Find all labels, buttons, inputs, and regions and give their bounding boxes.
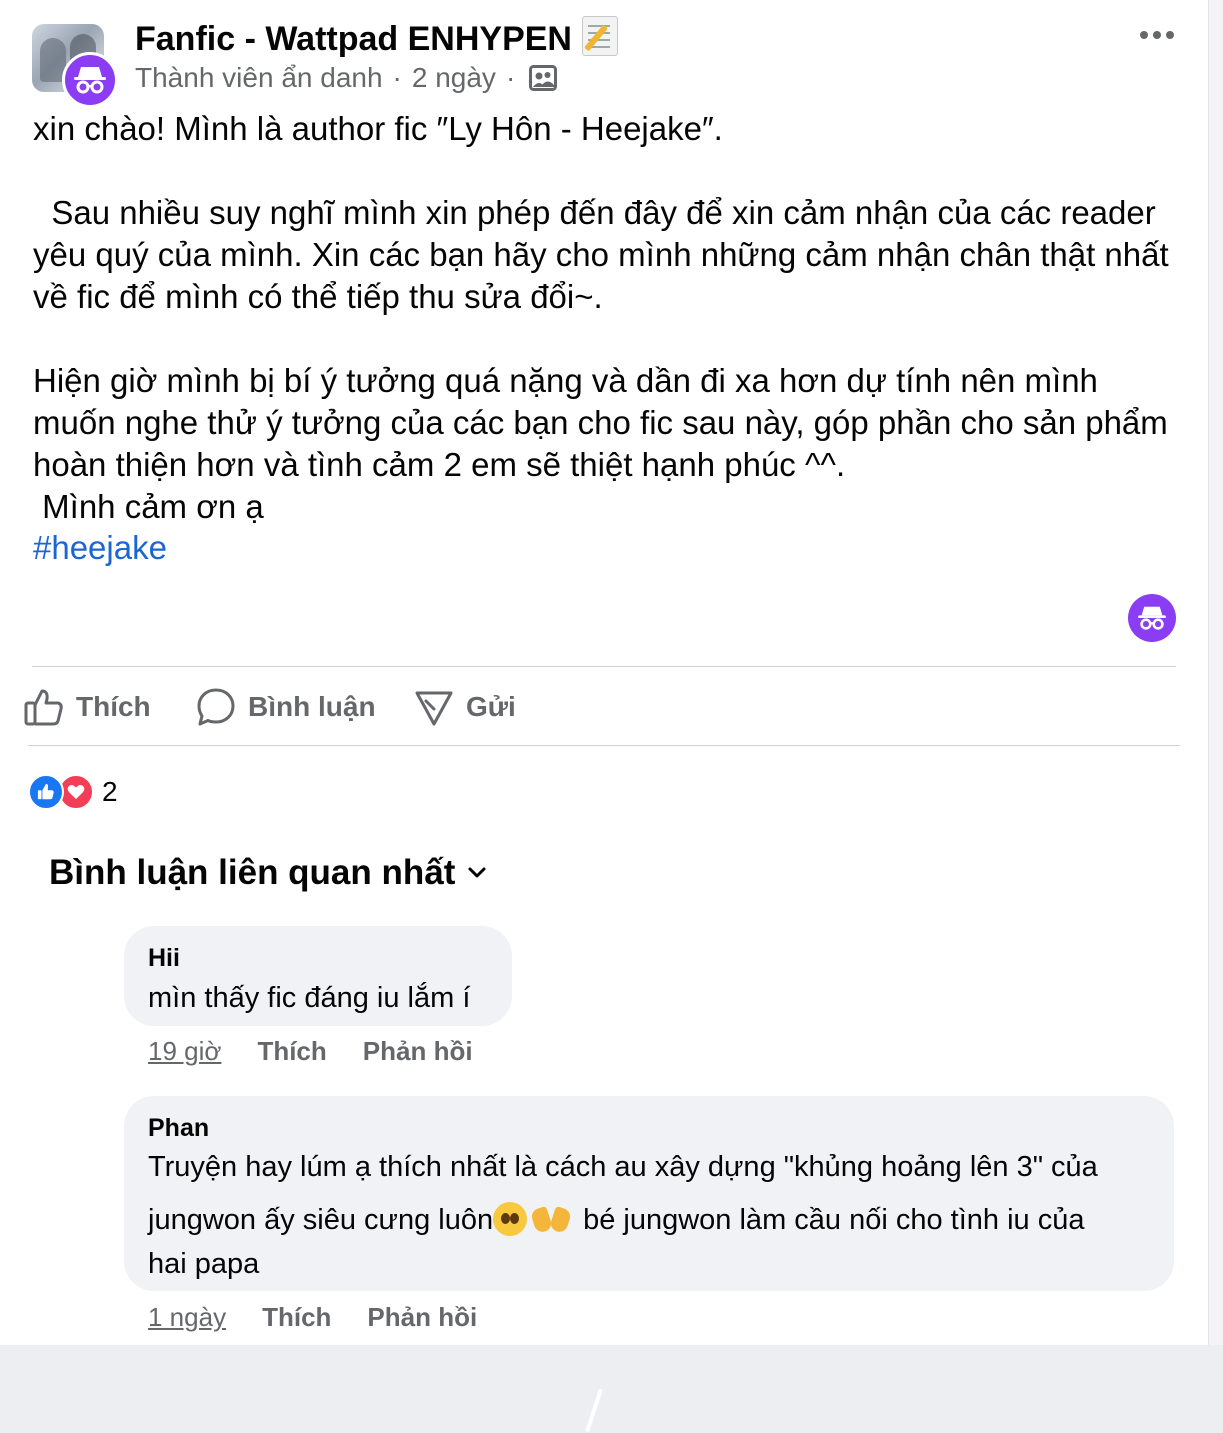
chevron-down-icon bbox=[468, 867, 486, 878]
comment-like-button[interactable]: Thích bbox=[262, 1302, 331, 1333]
comment-button[interactable]: Bình luận bbox=[196, 684, 376, 730]
sort-label: Bình luận liên quan nhất bbox=[49, 853, 456, 892]
post-body-text: xin chào! Mình là author fic ″Ly Hôn - H… bbox=[33, 110, 1169, 525]
like-button[interactable]: Thích bbox=[24, 684, 151, 730]
send-icon bbox=[415, 691, 453, 726]
post-author[interactable]: Thành viên ẩn danh bbox=[135, 62, 383, 94]
comment-author[interactable]: Phan bbox=[148, 1114, 209, 1143]
comment-like-button[interactable]: Thích bbox=[257, 1036, 326, 1067]
comment-reply-button[interactable]: Phản hồi bbox=[363, 1036, 473, 1067]
send-label: Gửi bbox=[466, 691, 516, 722]
comment-actions: 1 ngày Thích Phản hồi bbox=[148, 1302, 477, 1333]
page-edge bbox=[1208, 0, 1223, 1345]
more-options-button[interactable] bbox=[1134, 18, 1180, 52]
thumbs-up-icon bbox=[24, 689, 63, 726]
comment-text-line: jungwon ấy siêu cưng luôn bé jungwon làm … bbox=[148, 1202, 1084, 1237]
group-audience-icon[interactable] bbox=[529, 65, 558, 91]
comment-time[interactable]: 19 giờ bbox=[148, 1036, 221, 1067]
reactions-summary[interactable]: 2 bbox=[28, 774, 118, 810]
anonymous-member-icon-small[interactable] bbox=[1128, 594, 1176, 642]
comment-text-segment: bé jungwon làm cầu nối cho tình iu của bbox=[583, 1204, 1085, 1236]
comment-text-segment: jungwon ấy siêu cưng luôn bbox=[148, 1204, 494, 1236]
comment-author[interactable]: Hii bbox=[148, 944, 180, 973]
commenter-avatar[interactable] bbox=[60, 1104, 120, 1164]
comment-time[interactable]: 1 ngày bbox=[148, 1302, 226, 1333]
comment-text-line: hai papa bbox=[148, 1248, 260, 1280]
divider bbox=[28, 745, 1180, 746]
reaction-count: 2 bbox=[102, 776, 118, 807]
incognito-icon bbox=[74, 67, 106, 94]
group-name-text: Fanfic - Wattpad ENHYPEN bbox=[135, 20, 572, 58]
memo-icon bbox=[582, 16, 618, 56]
like-reaction-icon bbox=[28, 774, 64, 810]
heart-hands-emoji bbox=[531, 1202, 571, 1236]
commenter-avatar[interactable] bbox=[42, 932, 102, 992]
comment-reply-button[interactable]: Phản hồi bbox=[367, 1302, 477, 1333]
post-time[interactable]: 2 ngày bbox=[412, 62, 496, 94]
bottom-background bbox=[0, 1345, 1223, 1433]
divider bbox=[32, 666, 1176, 667]
post-card: Fanfic - Wattpad ENHYPEN Thành viên ẩn d… bbox=[0, 0, 1208, 1345]
comment-text: mìn thấy fic đáng iu lắm í bbox=[148, 982, 471, 1014]
pleading-face-emoji bbox=[493, 1202, 528, 1236]
anonymous-member-icon[interactable] bbox=[62, 52, 118, 108]
like-label: Thích bbox=[76, 691, 151, 722]
comment-text-line: Truyện hay lúm ạ thích nhất là cách au x… bbox=[148, 1151, 1098, 1183]
incognito-icon bbox=[1138, 606, 1166, 630]
comment-actions: 19 giờ Thích Phản hồi bbox=[148, 1036, 473, 1067]
post-meta: Thành viên ẩn danh · 2 ngày · bbox=[135, 62, 558, 94]
group-name[interactable]: Fanfic - Wattpad ENHYPEN bbox=[135, 16, 618, 59]
hashtag-link[interactable]: #heejake bbox=[33, 527, 167, 569]
send-button[interactable]: Gửi bbox=[414, 684, 516, 730]
comment-icon bbox=[197, 688, 235, 726]
comment-sort-dropdown[interactable]: Bình luận liên quan nhất bbox=[49, 853, 487, 893]
more-dots-icon bbox=[1140, 31, 1174, 39]
meta-separator: · bbox=[505, 62, 516, 93]
comment-bubble bbox=[124, 1096, 1174, 1291]
comment-label: Bình luận bbox=[248, 691, 376, 722]
meta-separator: · bbox=[392, 62, 402, 93]
